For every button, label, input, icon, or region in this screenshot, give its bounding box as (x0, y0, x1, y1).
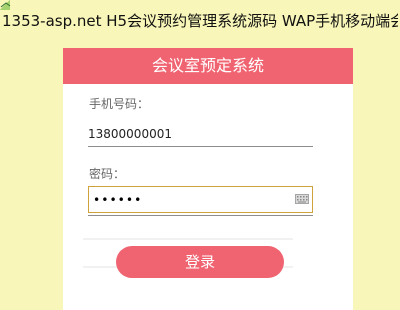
login-button[interactable]: 登录 (116, 246, 284, 278)
faint-divider (83, 238, 293, 240)
password-label: 密码： (89, 167, 126, 181)
login-panel: 会议室预定系统 手机号码： 密码： 登录 (63, 48, 353, 310)
phone-label: 手机号码： (89, 97, 150, 111)
phone-input[interactable] (88, 121, 313, 147)
page: { "page": { "header": "1353-asp.net H5会议… (0, 0, 400, 310)
password-field[interactable] (88, 186, 313, 213)
page-header: 1353-asp.net H5会议预约管理系统源码 WAP手机移动端会 (2, 12, 398, 30)
password-input[interactable] (89, 187, 298, 212)
password-underline (88, 215, 313, 216)
keyboard-icon[interactable] (295, 194, 309, 204)
panel-title: 会议室预定系统 (63, 48, 353, 84)
